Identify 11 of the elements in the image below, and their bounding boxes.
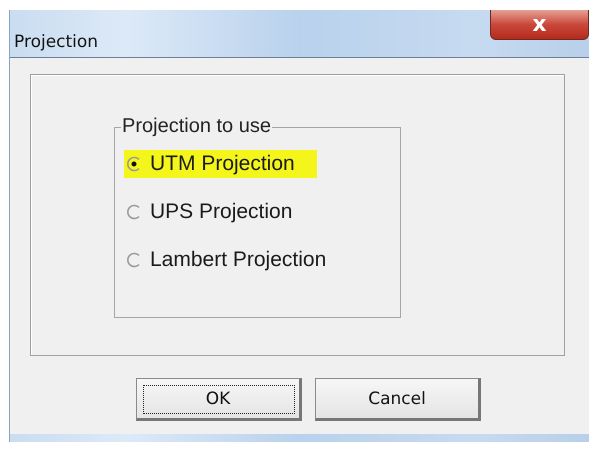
- radio-button[interactable]: [126, 204, 142, 220]
- dialog-button[interactable]: Cancel: [315, 378, 481, 421]
- close-button[interactable]: x: [490, 10, 589, 40]
- group-legend: Projection to use: [121, 115, 272, 138]
- radio-option[interactable]: UTM Projection: [124, 150, 317, 178]
- window-title: Projection: [14, 32, 98, 52]
- dialog-button[interactable]: OK: [136, 378, 302, 421]
- radio-option[interactable]: Lambert Projection: [124, 246, 330, 274]
- radio-option[interactable]: UPS Projection: [124, 198, 296, 226]
- radio-button[interactable]: [126, 252, 142, 268]
- radio-button[interactable]: [126, 156, 142, 172]
